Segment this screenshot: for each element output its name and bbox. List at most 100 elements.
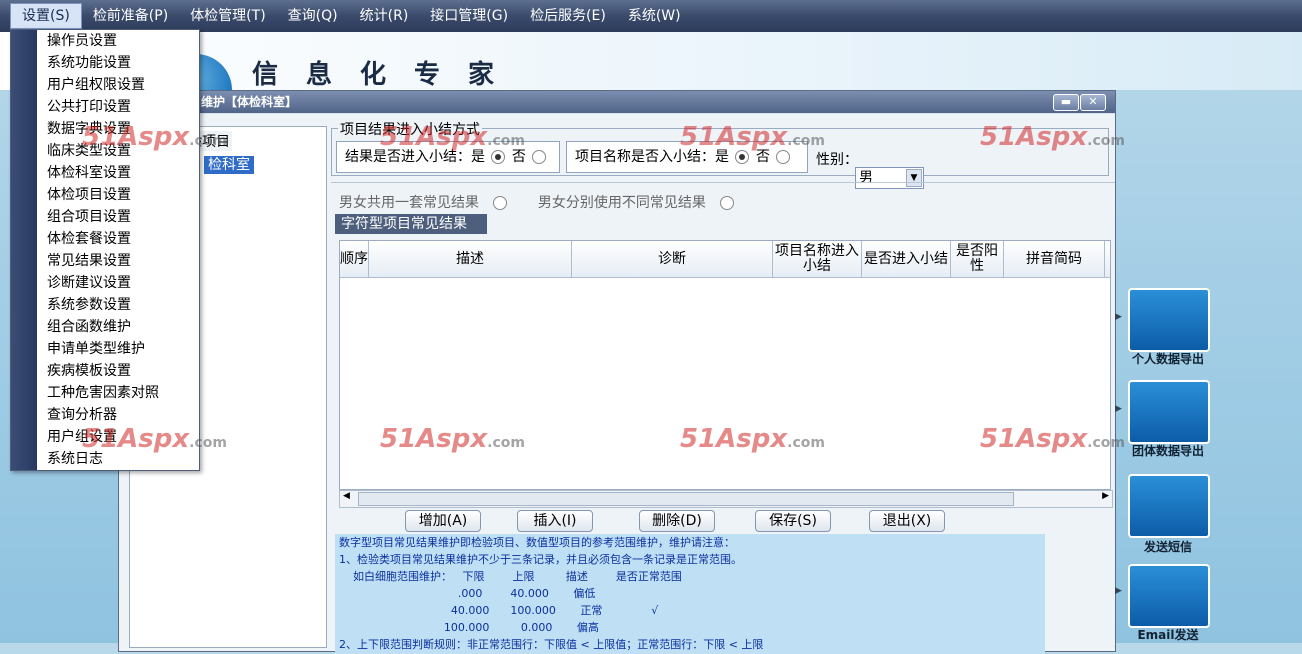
menu-item-query-analyzer[interactable]: 查询分析器: [47, 404, 117, 426]
gender-result-mode-row: 男女共用一套常见结果 男女分别使用不同常见结果: [331, 182, 1115, 211]
result-yes-radio[interactable]: [491, 150, 506, 164]
action-buttons: 增加(A) 插入(I) 删除(D) 保存(S) 退出(X): [399, 510, 999, 532]
scroll-right-icon[interactable]: ▶: [1102, 491, 1109, 501]
menu-query[interactable]: 查询(Q): [277, 4, 349, 28]
watermark: 51Aspx.com: [82, 122, 227, 152]
exit-button[interactable]: 退出(X): [869, 510, 945, 532]
insert-button[interactable]: 插入(I): [517, 510, 593, 532]
menu-item-package[interactable]: 体检套餐设置: [47, 228, 131, 250]
maintenance-window: 维护【体检科室】 ▬ ✕ 验项目 检科室 项目结果进入小结方式 结果是否进入小结…: [118, 90, 1116, 654]
window-body: 验项目 检科室 项目结果进入小结方式 结果是否进入小结：是 否 项目名称是否入小…: [119, 114, 1115, 654]
note-line: 如白细胞范围维护： 下限 上限 描述 是否正常范围: [339, 570, 682, 583]
menu-item-system-params[interactable]: 系统参数设置: [47, 294, 131, 316]
add-button[interactable]: 增加(A): [405, 510, 481, 532]
menu-item-operator[interactable]: 操作员设置: [47, 30, 117, 52]
menu-side-strip: [11, 30, 37, 470]
name-yes-radio[interactable]: [735, 150, 750, 164]
column-positive[interactable]: 是否阳性: [951, 241, 1004, 277]
tab-char-results[interactable]: 字符型项目常见结果: [335, 214, 487, 234]
watermark: 51Aspx.com: [380, 424, 525, 454]
menu-settings[interactable]: 设置(S): [10, 3, 82, 29]
group-export-label[interactable]: 团体数据导出: [1118, 442, 1218, 459]
menu-system[interactable]: 系统(W): [617, 4, 692, 28]
watermark-brand: 51Aspx: [380, 424, 488, 454]
menubar: 设置(S) 检前准备(P) 体检管理(T) 查询(Q) 统计(R) 接口管理(G…: [0, 0, 1302, 32]
watermark-suffix: .com: [189, 435, 227, 451]
menu-item-group-permission[interactable]: 用户组权限设置: [47, 74, 145, 96]
menu-item-request-type[interactable]: 申请单类型维护: [47, 338, 145, 360]
table-header: 顺序 描述 诊断 项目名称进入小结 是否进入小结 是否阳性 拼音简码: [340, 241, 1110, 278]
sms-icon[interactable]: [1128, 474, 1210, 538]
menu-exam-manage[interactable]: 体检管理(T): [179, 4, 276, 28]
column-diagnosis[interactable]: 诊断: [572, 241, 773, 277]
menu-item-print[interactable]: 公共打印设置: [47, 96, 131, 118]
watermark-brand: 51Aspx: [680, 122, 788, 152]
window-title: 维护【体检科室】: [201, 95, 298, 109]
watermark-brand: 51Aspx: [380, 122, 488, 152]
menu-item-exam-item[interactable]: 体检项目设置: [47, 184, 131, 206]
menu-post-exam[interactable]: 检后服务(E): [519, 4, 617, 28]
window-titlebar: 维护【体检科室】 ▬ ✕: [119, 91, 1115, 113]
menu-item-combo-function[interactable]: 组合函数维护: [47, 316, 131, 338]
arrow-icon: ▶: [1115, 404, 1122, 414]
watermark: 51Aspx.com: [680, 424, 825, 454]
watermark-suffix: .com: [787, 133, 825, 149]
horizontal-scrollbar[interactable]: ◀ ▶: [339, 490, 1113, 508]
personal-export-icon[interactable]: [1128, 288, 1210, 352]
menu-item-diagnosis-advice[interactable]: 诊断建议设置: [47, 272, 131, 294]
watermark-brand: 51Aspx: [980, 122, 1088, 152]
column-description[interactable]: 描述: [369, 241, 572, 277]
menu-item-department[interactable]: 体检科室设置: [47, 162, 131, 184]
column-into-summary[interactable]: 是否进入小结: [862, 241, 951, 277]
maintenance-notes: 数字型项目常见结果维护即检验项目、数值型项目的参考范围维护，维护请注意： 1、检验…: [335, 534, 1045, 654]
watermark: 51Aspx.com: [680, 122, 825, 152]
column-pinyin[interactable]: 拼音简码: [1004, 241, 1105, 277]
close-button[interactable]: ✕: [1080, 94, 1106, 111]
menu-item-common-result[interactable]: 常见结果设置: [47, 250, 131, 272]
menu-item-combo-item[interactable]: 组合项目设置: [47, 206, 131, 228]
watermark-suffix: .com: [487, 435, 525, 451]
scroll-thumb[interactable]: [358, 492, 1014, 506]
group-export-icon[interactable]: [1128, 380, 1210, 444]
settings-dropdown-menu: 操作员设置 系统功能设置 用户组权限设置 公共打印设置 数据字典设置 临床类型设…: [10, 29, 200, 471]
result-no-radio[interactable]: [532, 150, 547, 164]
watermark-suffix: .com: [1087, 133, 1125, 149]
menu-statistics[interactable]: 统计(R): [349, 4, 420, 28]
column-name-into-summary[interactable]: 项目名称进入小结: [773, 241, 862, 277]
shared-result-label: 男女共用一套常见结果: [339, 195, 479, 211]
menu-interface[interactable]: 接口管理(G): [419, 4, 519, 28]
arrow-icon: ▶: [1115, 312, 1122, 322]
watermark-suffix: .com: [787, 435, 825, 451]
gender-label: 性别：: [816, 152, 858, 168]
watermark: 51Aspx.com: [82, 424, 227, 454]
separate-result-radio[interactable]: [720, 196, 735, 210]
delete-button[interactable]: 删除(D): [639, 510, 715, 532]
watermark-brand: 51Aspx: [680, 424, 788, 454]
menu-item-hazard-mapping[interactable]: 工种危害因素对照: [47, 382, 159, 404]
watermark-suffix: .com: [189, 133, 227, 149]
menu-item-function[interactable]: 系统功能设置: [47, 52, 131, 74]
watermark-brand: 51Aspx: [82, 424, 190, 454]
separate-result-label: 男女分别使用不同常见结果: [537, 195, 706, 211]
note-line: .000 40.000 偏低: [339, 587, 596, 600]
watermark-brand: 51Aspx: [980, 424, 1088, 454]
column-order[interactable]: 顺序: [340, 241, 369, 277]
banner-title: 信息化专家: [252, 60, 523, 90]
tree-item-selected[interactable]: 检科室: [204, 156, 254, 174]
note-line: 1、检验类项目常见结果维护不少于三条记录，并且必须包含一条记录是正常范围。: [339, 553, 742, 566]
name-no-radio[interactable]: [776, 150, 791, 164]
sms-label[interactable]: 发送短信: [1118, 538, 1218, 555]
watermark-suffix: .com: [487, 133, 525, 149]
minimize-button[interactable]: ▬: [1053, 94, 1079, 111]
menu-pre-exam[interactable]: 检前准备(P): [82, 4, 179, 28]
scroll-left-icon[interactable]: ◀: [343, 491, 350, 501]
menu-item-disease-template[interactable]: 疾病模板设置: [47, 360, 131, 382]
email-label[interactable]: Email发送: [1118, 626, 1218, 643]
note-line: 40.000 100.000 正常 √: [339, 604, 659, 617]
note-line: 2、上下限范围判断规则：非正常范围行：下限值 < 上限值；正常范围行：下限 < …: [339, 638, 764, 651]
email-icon[interactable]: [1128, 564, 1210, 628]
save-button[interactable]: 保存(S): [755, 510, 831, 532]
shared-result-radio[interactable]: [493, 196, 508, 210]
watermark-brand: 51Aspx: [82, 122, 190, 152]
personal-export-label[interactable]: 个人数据导出: [1118, 350, 1218, 367]
